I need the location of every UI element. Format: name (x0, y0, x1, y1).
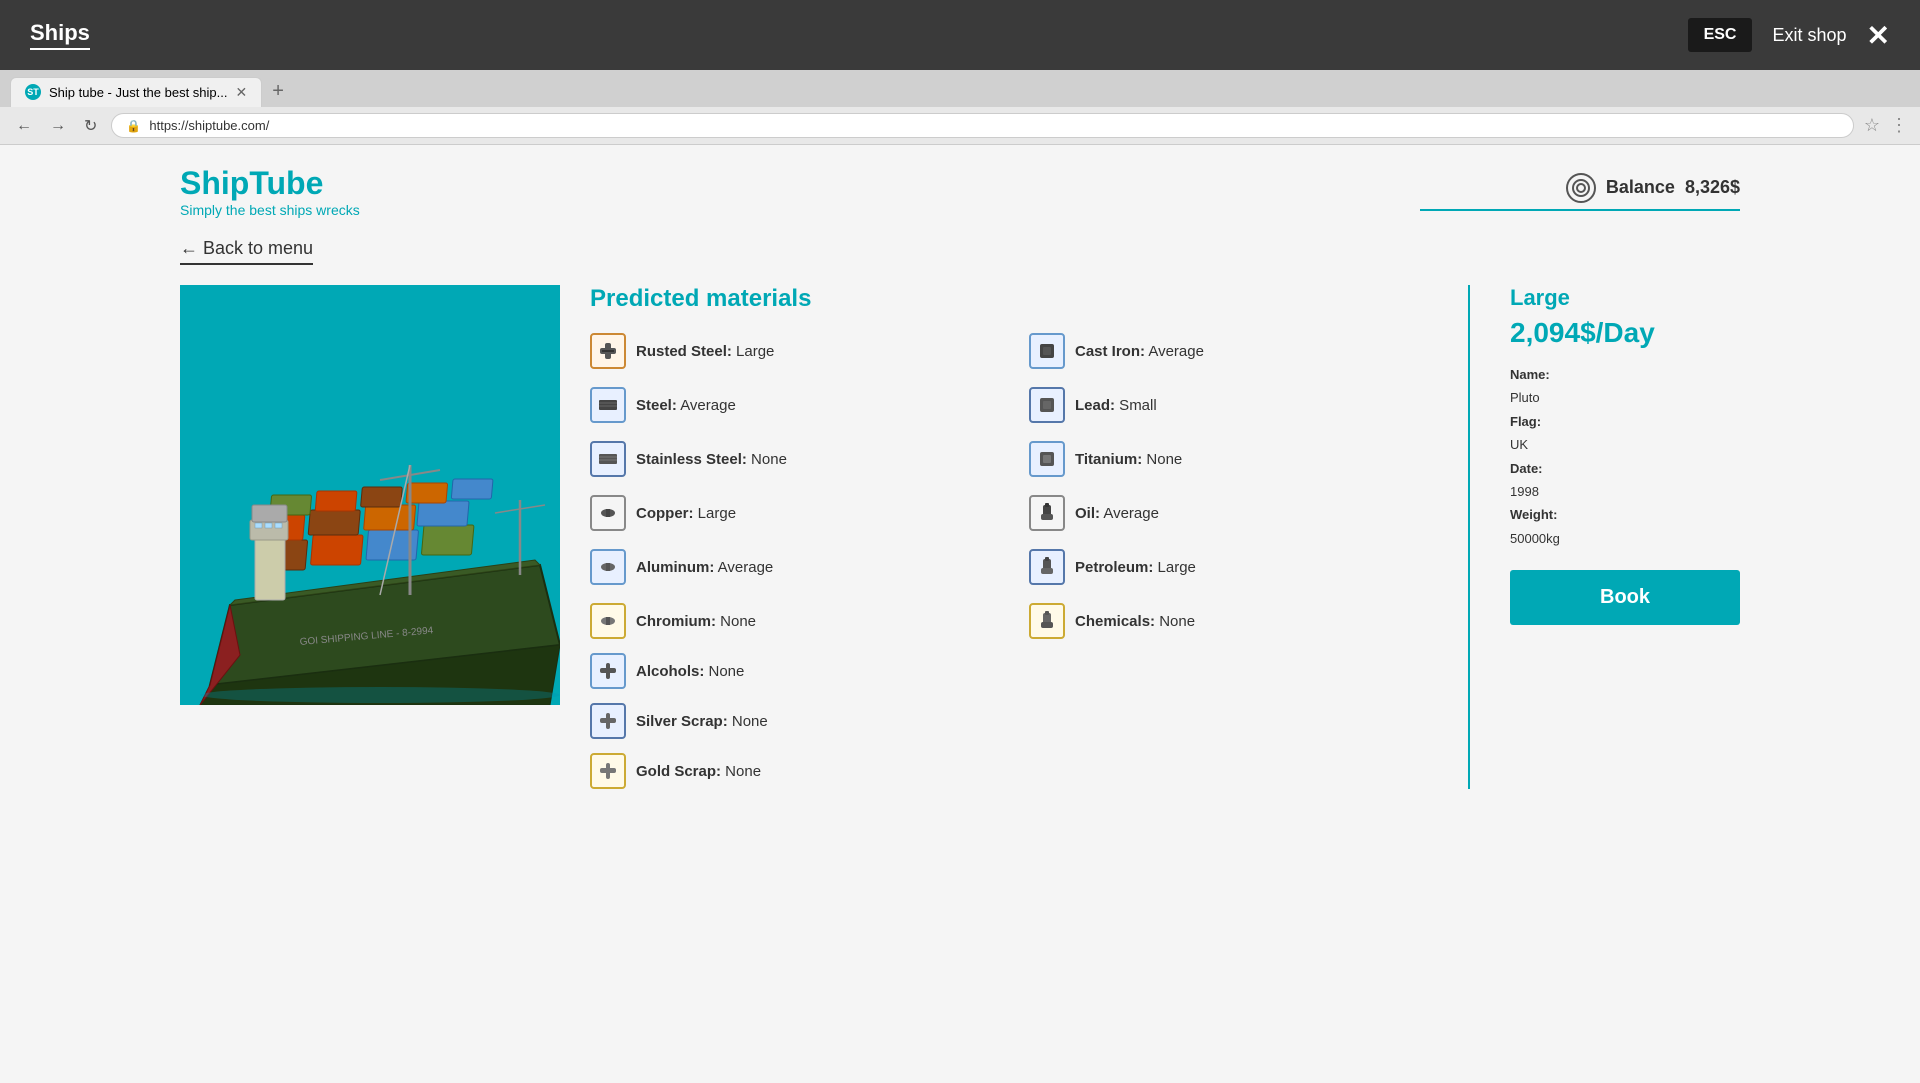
ship-size-label: Large (1510, 285, 1740, 311)
silver-scrap-text: Silver Scrap: None (636, 713, 768, 730)
chemicals-text: Chemicals: None (1075, 613, 1195, 630)
refresh-nav-button[interactable]: ↻ (80, 114, 101, 138)
browser-tab-active[interactable]: ST Ship tube - Just the best ship... ✕ (10, 77, 262, 107)
rusted-steel-text: Rusted Steel: Large (636, 343, 774, 360)
list-item: Chemicals: None (1029, 603, 1428, 639)
ship-info-panel: Large 2,094$/Day Name: Pluto Flag: UK Da… (1510, 285, 1740, 625)
tab-title: Ship tube - Just the best ship... (49, 85, 228, 100)
browser-menu-icon[interactable]: ⋮ (1890, 115, 1908, 136)
materials-title: Predicted materials (590, 285, 1428, 313)
cast-iron-icon (1029, 333, 1065, 369)
petroleum-text: Petroleum: Large (1075, 559, 1196, 576)
brand-section: ShipTube Simply the best ships wrecks (180, 165, 360, 218)
tab-favicon: ST (25, 84, 41, 100)
app-content: ShipTube Simply the best ships wrecks Ba… (0, 145, 1920, 1083)
list-item: Steel: Average (590, 387, 989, 423)
list-item: Gold Scrap: None (590, 753, 1428, 789)
new-tab-button[interactable]: + (264, 76, 292, 107)
lock-icon: 🔒 (126, 119, 141, 133)
brand-title: ShipTube (180, 165, 360, 202)
chromium-icon (590, 603, 626, 639)
lead-icon (1029, 387, 1065, 423)
ship-date-value: 1998 (1510, 480, 1740, 503)
list-item: Aluminum: Average (590, 549, 989, 585)
stainless-steel-icon (590, 441, 626, 477)
browser-address-bar: ← → ↻ 🔒 https://shiptube.com/ ☆ ⋮ (0, 107, 1920, 144)
game-topbar-right: ESC Exit shop ✕ (1688, 18, 1890, 52)
petroleum-icon (1029, 549, 1065, 585)
ship-name-value: Pluto (1510, 386, 1740, 409)
ship-weight-line: Weight: 50000kg (1510, 503, 1740, 550)
materials-right-col: Cast Iron: Average Lead: Small (1029, 333, 1428, 639)
titanium-icon (1029, 441, 1065, 477)
esc-button[interactable]: ESC (1688, 18, 1753, 52)
list-item: Copper: Large (590, 495, 989, 531)
oil-icon (1029, 495, 1065, 531)
steel-text: Steel: Average (636, 397, 736, 414)
list-item: Stainless Steel: None (590, 441, 989, 477)
materials-grid: Rusted Steel: Large Steel: Average (590, 333, 1428, 639)
tab-close-icon[interactable]: ✕ (236, 84, 248, 101)
list-item: Petroleum: Large (1029, 549, 1428, 585)
ship-weight-value: 50000kg (1510, 527, 1740, 550)
back-to-menu-button[interactable]: ← Back to menu (180, 238, 313, 265)
ship-date-line: Date: 1998 (1510, 457, 1740, 504)
book-button[interactable]: Book (1510, 570, 1740, 625)
main-layout: GOI SHIPPING LINE - 8-2994 Predicted mat… (180, 285, 1740, 789)
browser-chrome: ST Ship tube - Just the best ship... ✕ +… (0, 70, 1920, 145)
game-title: Ships (30, 20, 90, 50)
ship-name-line: Name: Pluto (1510, 363, 1740, 410)
silver-scrap-icon (590, 703, 626, 739)
oil-text: Oil: Average (1075, 505, 1159, 522)
titanium-text: Titanium: None (1075, 451, 1182, 468)
materials-left-col: Rusted Steel: Large Steel: Average (590, 333, 989, 639)
gold-scrap-text: Gold Scrap: None (636, 763, 761, 780)
chromium-text: Chromium: None (636, 613, 756, 630)
balance-label: Balance (1606, 177, 1675, 198)
alcohols-icon (590, 653, 626, 689)
app-header: ShipTube Simply the best ships wrecks Ba… (180, 165, 1740, 218)
list-item: Rusted Steel: Large (590, 333, 989, 369)
list-item: Oil: Average (1029, 495, 1428, 531)
close-icon[interactable]: ✕ (1867, 19, 1890, 52)
aluminum-text: Aluminum: Average (636, 559, 773, 576)
list-item: Titanium: None (1029, 441, 1428, 477)
list-item: Lead: Small (1029, 387, 1428, 423)
ship-flag-value: UK (1510, 433, 1740, 456)
balance-section: Balance 8,326$ (1420, 173, 1740, 211)
stainless-steel-text: Stainless Steel: None (636, 451, 787, 468)
copper-icon (590, 495, 626, 531)
gold-scrap-icon (590, 753, 626, 789)
lead-text: Lead: Small (1075, 397, 1157, 414)
list-item: Alcohols: None (590, 653, 1428, 689)
exit-shop-label[interactable]: Exit shop (1772, 25, 1846, 46)
materials-extra: Alcohols: None Silver Scrap: None Gold S… (590, 653, 1428, 789)
ship-details: Name: Pluto Flag: UK Date: 1998 Weight: … (1510, 363, 1740, 550)
materials-section: Predicted materials Rusted Steel: Large (590, 285, 1428, 789)
brand-subtitle: Simply the best ships wrecks (180, 202, 360, 218)
rusted-steel-icon (590, 333, 626, 369)
alcohols-text: Alcohols: None (636, 663, 744, 680)
vertical-divider (1468, 285, 1470, 789)
list-item: Chromium: None (590, 603, 989, 639)
balance-amount: 8,326$ (1685, 177, 1740, 198)
list-item: Silver Scrap: None (590, 703, 1428, 739)
cast-iron-text: Cast Iron: Average (1075, 343, 1204, 360)
steel-icon (590, 387, 626, 423)
forward-nav-button[interactable]: → (46, 115, 70, 137)
copper-text: Copper: Large (636, 505, 736, 522)
ship-image: GOI SHIPPING LINE - 8-2994 (180, 285, 560, 705)
url-text: https://shiptube.com/ (149, 118, 269, 133)
ship-price: 2,094$/Day (1510, 317, 1740, 349)
aluminum-icon (590, 549, 626, 585)
chemicals-icon (1029, 603, 1065, 639)
balance-icon (1566, 173, 1596, 203)
back-nav-button[interactable]: ← (12, 115, 36, 137)
ship-flag-line: Flag: UK (1510, 410, 1740, 457)
game-topbar: Ships ESC Exit shop ✕ (0, 0, 1920, 70)
bookmark-icon[interactable]: ☆ (1864, 115, 1880, 136)
address-bar[interactable]: 🔒 https://shiptube.com/ (111, 113, 1853, 138)
list-item: Cast Iron: Average (1029, 333, 1428, 369)
browser-tabs: ST Ship tube - Just the best ship... ✕ + (0, 70, 1920, 107)
